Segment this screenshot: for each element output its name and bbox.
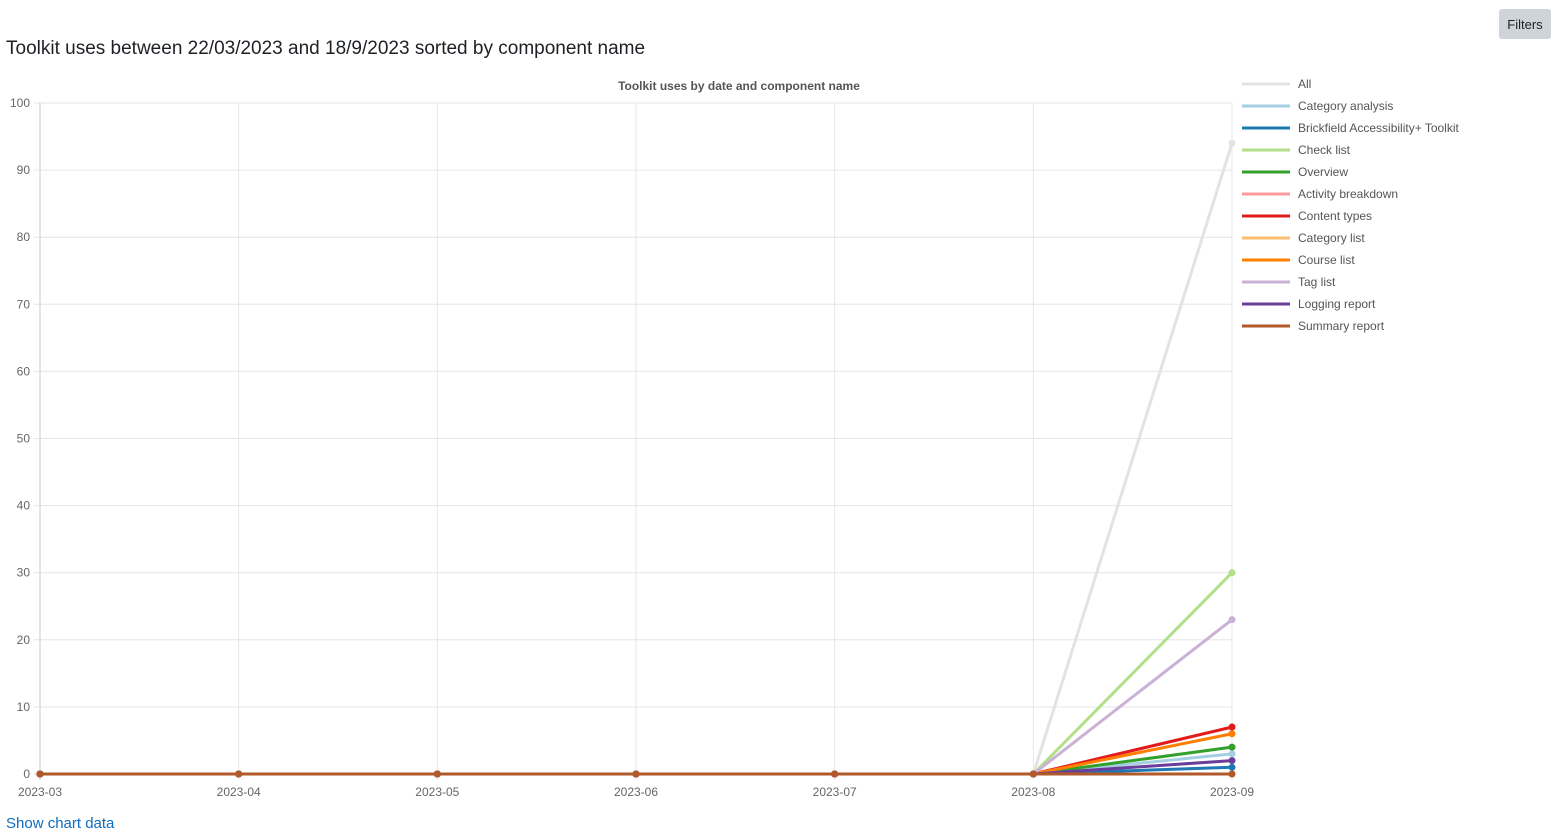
- chart-legend: All Category analysis Brickfield Accessibi…: [1242, 77, 1460, 333]
- x-tick-label: 2023-06: [614, 785, 658, 799]
- legend-label-tag-list: Tag list: [1298, 275, 1336, 289]
- show-chart-data-link[interactable]: Show chart data: [6, 815, 114, 832]
- data-point-summary-report: [632, 770, 640, 778]
- y-tick-label: 70: [17, 297, 31, 311]
- data-point-content-types: [1228, 723, 1236, 731]
- data-point-course-list: [1228, 730, 1236, 738]
- data-point-category-analysis: [1228, 750, 1236, 758]
- legend-label-course-list: Course list: [1298, 253, 1355, 267]
- legend-label-all: All: [1298, 77, 1311, 91]
- legend-label-overview: Overview: [1298, 165, 1348, 179]
- y-tick-label: 60: [17, 364, 31, 378]
- legend-label-brickfield-accessibility-toolkit: Brickfield Accessibility+ Toolkit: [1298, 121, 1460, 135]
- data-point-logging-report: [1228, 757, 1236, 765]
- y-tick-label: 10: [17, 700, 31, 714]
- legend-label-content-types: Content types: [1298, 209, 1372, 223]
- data-point-summary-report: [235, 770, 243, 778]
- filters-button[interactable]: Filters: [1499, 9, 1551, 39]
- chart-grid: [34, 102, 1233, 780]
- data-point-tag-list: [1228, 616, 1236, 624]
- y-tick-label: 20: [17, 633, 31, 647]
- line-chart: Toolkit uses by date and component name …: [10, 77, 1460, 799]
- data-point-summary-report: [36, 770, 44, 778]
- data-point-overview: [1228, 743, 1236, 751]
- y-tick-label: 90: [17, 163, 31, 177]
- x-tick-label: 2023-09: [1210, 785, 1254, 799]
- y-tick-label: 80: [17, 230, 31, 244]
- legend-label-logging-report: Logging report: [1298, 297, 1376, 311]
- page-heading: Toolkit uses between 22/03/2023 and 18/9…: [6, 38, 646, 59]
- chart-axes: 0 10 20 30 40 50 60 70 80 90 100 2023-03 2023-04 2023…: [10, 96, 1254, 799]
- legend-label-check-list: Check list: [1298, 143, 1351, 157]
- legend-label-category-list: Category list: [1298, 231, 1365, 245]
- y-tick-label: 100: [10, 96, 30, 110]
- data-point-check-list: [1228, 569, 1236, 577]
- chart-title: Toolkit uses by date and component name: [618, 79, 860, 93]
- data-point-summary-report: [831, 770, 839, 778]
- legend-label-summary-report: Summary report: [1298, 319, 1385, 333]
- x-tick-label: 2023-07: [813, 785, 857, 799]
- data-point-all: [1228, 139, 1236, 147]
- y-tick-label: 50: [17, 432, 31, 446]
- x-tick-label: 2023-03: [18, 785, 62, 799]
- y-tick-label: 30: [17, 566, 31, 580]
- legend-label-category-analysis: Category analysis: [1298, 99, 1393, 113]
- legend-label-activity-breakdown: Activity breakdown: [1298, 187, 1398, 201]
- x-tick-label: 2023-08: [1011, 785, 1055, 799]
- x-tick-label: 2023-04: [217, 785, 261, 799]
- data-point-summary-report: [1228, 770, 1236, 778]
- y-tick-label: 40: [17, 499, 31, 513]
- y-tick-label: 0: [23, 767, 30, 781]
- x-tick-label: 2023-05: [415, 785, 459, 799]
- data-point-summary-report: [433, 770, 441, 778]
- data-point-brickfield-accessibility-toolkit: [1228, 763, 1236, 771]
- data-point-summary-report: [1029, 770, 1037, 778]
